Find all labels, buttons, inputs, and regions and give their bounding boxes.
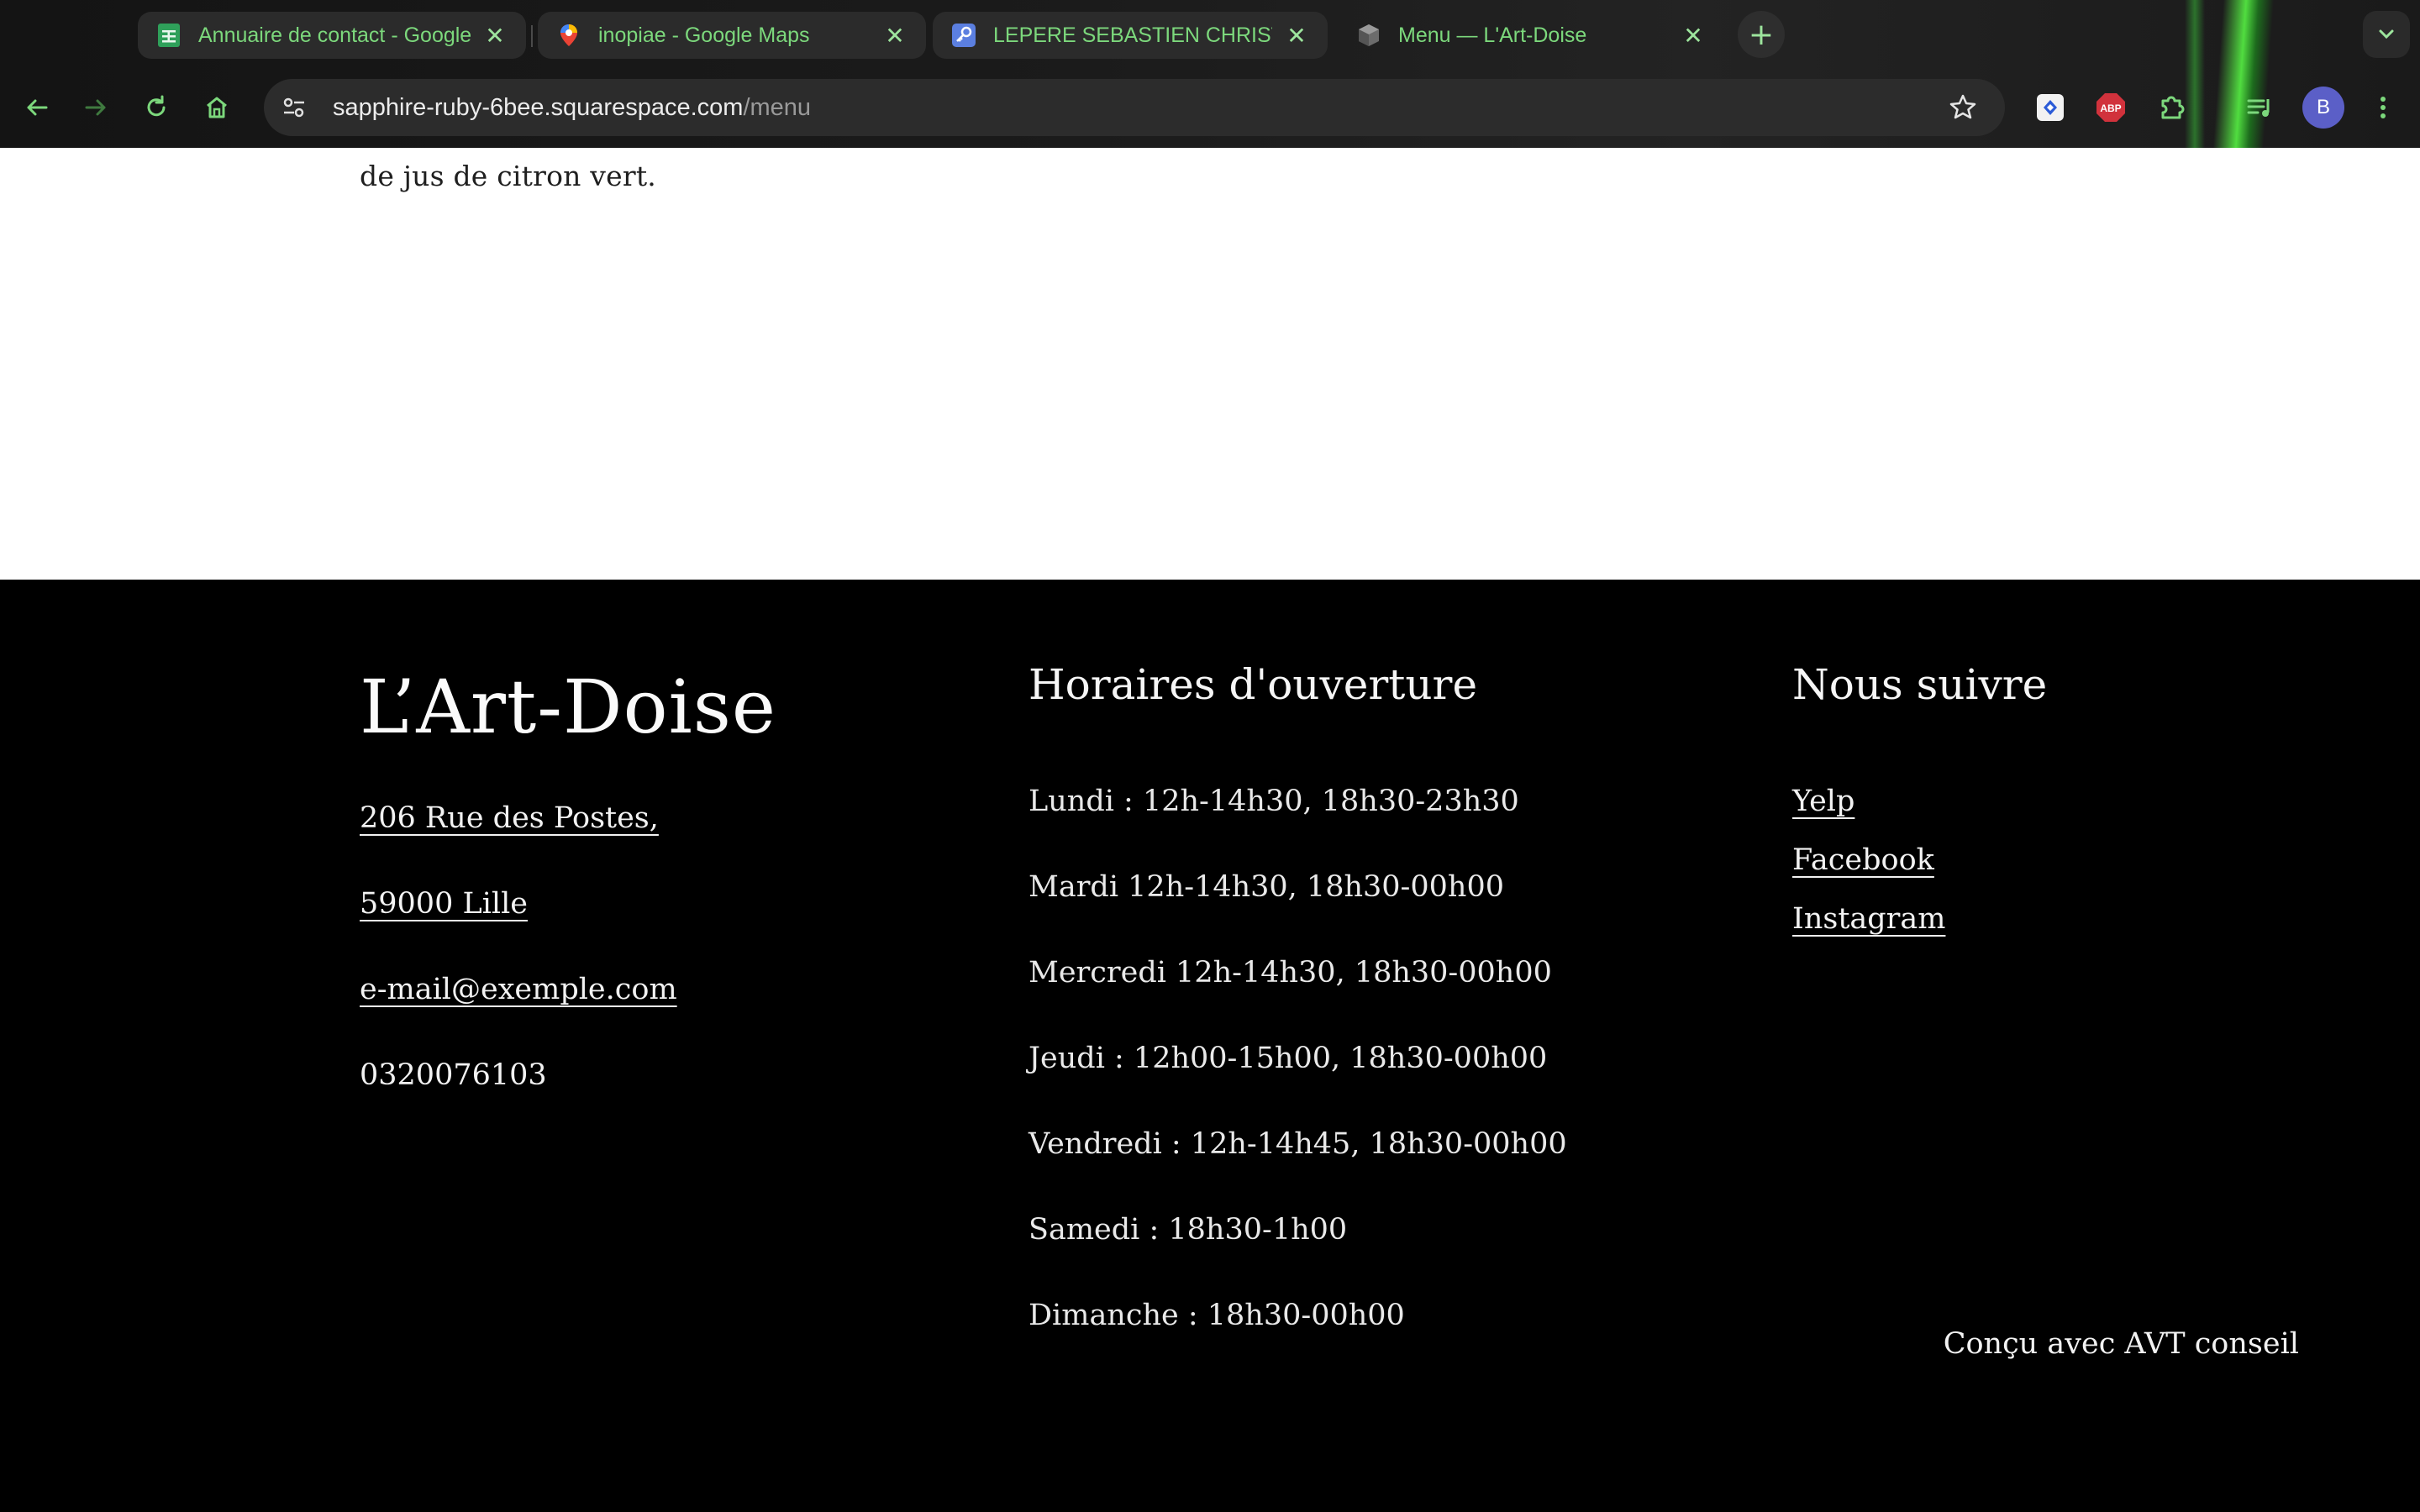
extensions-button[interactable] [2151,87,2191,128]
home-button[interactable] [193,84,240,131]
browser-menu-button[interactable] [2363,87,2403,128]
tab-label: inopiae - Google Maps [598,23,810,47]
adblock-icon: ABP [2096,93,2125,122]
extension-button[interactable] [2030,87,2070,128]
address-city-link[interactable]: 59000 Lille [360,887,528,921]
tab-separator [531,25,533,47]
social-link-facebook[interactable]: Facebook [1792,843,1934,877]
url-host: sapphire-ruby-6bee.squarespace.com [333,93,744,121]
forward-button[interactable] [72,84,119,131]
close-tab-icon[interactable]: ✕ [482,22,508,50]
hours-line: Mercredi 12h-14h30, 18h30-00h00 [1028,956,1552,990]
tab-menu-lart-doise[interactable]: Menu — L'Art-Doise ✕ [1338,12,1724,59]
hours-line: Lundi : 12h-14h30, 18h30-23h30 [1028,785,1519,818]
extension-logo-icon [2037,94,2064,121]
back-button[interactable] [13,84,60,131]
maps-pin-icon [556,23,581,48]
profile-avatar[interactable]: B [2302,87,2344,129]
hours-line: Dimanche : 18h30-00h00 [1028,1299,1405,1332]
reload-button[interactable] [133,84,180,131]
chevron-down-icon [2379,29,2394,39]
address-bar[interactable]: sapphire-ruby-6bee.squarespace.com/menu [264,79,2005,136]
tab-google-maps[interactable]: inopiae - Google Maps ✕ [538,12,926,59]
arrow-right-icon [85,99,106,116]
social-link-yelp[interactable]: Yelp [1792,785,1854,818]
tab-label: Menu — L'Art-Doise [1398,23,1587,47]
tab-search-button[interactable] [2363,11,2410,58]
key-icon [951,23,976,48]
browser-chrome: Annuaire de contact - Google Sheets ✕ in… [0,0,2420,148]
hours-line: Samedi : 18h30-1h00 [1028,1213,1348,1247]
arrow-left-icon [27,99,48,116]
new-tab-button[interactable]: + [1738,11,1785,58]
close-tab-icon[interactable]: ✕ [1284,22,1309,50]
hours-line: Jeudi : 12h00-15h00, 18h30-00h00 [1028,1042,1548,1075]
tab-annuaire-de-contact[interactable]: Annuaire de contact - Google Sheets ✕ [138,12,526,59]
site-settings-icon[interactable] [277,91,311,124]
tab-label: Annuaire de contact - Google Sheets [198,23,471,47]
site-footer: L’Art-Doise 206 Rue des Postes, 59000 Li… [0,580,2420,1512]
footer-credit: Conçu avec AVT conseil [1943,1327,2299,1361]
svg-text:ABP: ABP [2100,102,2121,114]
address-street-link[interactable]: 206 Rue des Postes, [360,801,659,835]
puzzle-icon [2161,96,2185,119]
kebab-menu-icon [2381,97,2386,118]
hours-line: Vendredi : 12h-14h45, 18h30-00h00 [1028,1127,1567,1161]
adblock-plus-button[interactable]: ABP [2091,87,2131,128]
sheets-icon [156,23,182,48]
media-controls-button[interactable] [2240,87,2281,128]
close-tab-icon[interactable]: ✕ [882,22,908,50]
email-link[interactable]: e-mail@exemple.com [360,973,677,1006]
home-icon [207,97,227,118]
footer-brand[interactable]: L’Art-Doise [360,664,776,750]
cube-icon [1356,23,1381,48]
playlist-music-icon [2247,99,2270,117]
close-tab-icon[interactable]: ✕ [1681,22,1706,50]
phone-number: 0320076103 [360,1058,547,1092]
reload-icon [147,95,166,117]
url-path: /menu [743,93,812,121]
social-link-instagram[interactable]: Instagram [1792,902,1945,936]
bookmark-star-icon[interactable] [1946,91,1980,124]
menu-item-description: de jus de citron vert. [360,160,656,192]
menu-section [0,148,2420,580]
tab-lepere-sebastien[interactable]: LEPERE SEBASTIEN CHRISTIAN ✕ [933,12,1328,59]
follow-title: Nous suivre [1792,660,2048,709]
tab-label: LEPERE SEBASTIEN CHRISTIAN [993,23,1272,47]
hours-title: Horaires d'ouverture [1028,660,1478,709]
hours-line: Mardi 12h-14h30, 18h30-00h00 [1028,870,1504,904]
